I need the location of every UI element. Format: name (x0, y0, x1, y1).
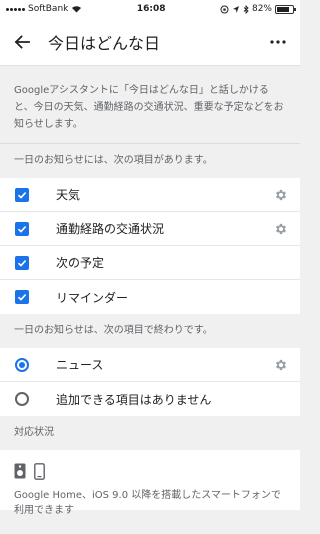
check-icon (17, 259, 27, 267)
reminders-checkbox[interactable] (15, 290, 29, 304)
status-bar: SoftBank 16:08 82% (0, 0, 300, 18)
speaker-icon (14, 463, 26, 479)
compat-text: Google Home、iOS 9.0 以降を搭載したスマートフォンで利用できま… (14, 490, 281, 516)
page-title: 今日はどんな日 (48, 33, 161, 53)
smartphone-icon (34, 462, 45, 480)
item-weather[interactable]: 天気 (0, 178, 300, 212)
option-label: 追加できる項目はありません (56, 392, 212, 407)
item-label: 天気 (56, 188, 81, 202)
end-options-list: ニュース 追加できる項目はありません (0, 348, 300, 416)
location-icon (232, 5, 239, 13)
next-event-checkbox[interactable] (15, 255, 29, 270)
compat-section-header: 対応状況 (0, 416, 300, 450)
battery-icon (274, 4, 296, 14)
option-label: ニュース (56, 358, 104, 372)
bluetooth-icon (243, 4, 249, 14)
carrier-name: SoftBank (28, 4, 69, 14)
check-icon (17, 225, 27, 233)
check-icon (17, 191, 27, 199)
item-label: リマインダー (56, 290, 129, 305)
arrow-back-icon (14, 34, 30, 49)
wifi-icon (72, 6, 82, 13)
none-radio[interactable] (15, 392, 29, 406)
option-none[interactable]: 追加できる項目はありません (0, 382, 300, 416)
end-section-header: 一日のお知らせは、次の項目で終わりです。 (0, 314, 300, 348)
more-horiz-icon (270, 39, 286, 44)
device-icons (14, 460, 286, 482)
items-section-header: 一日のお知らせには、次の項目があります。 (0, 144, 300, 178)
battery-percent: 82% (251, 4, 272, 14)
status-time: 16:08 (136, 4, 166, 14)
compat-panel: Google Home、iOS 9.0 以降を搭載したスマートフォンで利用できま… (0, 450, 300, 516)
item-commute[interactable]: 通勤経路の交通状況 (0, 212, 300, 246)
item-label: 次の予定 (56, 256, 105, 270)
item-label: 通勤経路の交通状況 (56, 222, 165, 236)
news-radio[interactable] (15, 357, 29, 372)
gear-icon[interactable] (274, 188, 288, 202)
routine-items-list: 天気 通勤経路の交通状況 次の予定 リマインダー (0, 178, 300, 314)
more-options-button[interactable] (256, 18, 300, 66)
weather-checkbox[interactable] (15, 187, 29, 202)
check-icon (17, 294, 27, 301)
commute-checkbox[interactable] (15, 221, 29, 236)
signal-strength-icon (6, 7, 25, 11)
item-reminders[interactable]: リマインダー (0, 280, 300, 314)
item-next-event[interactable]: 次の予定 (0, 246, 300, 280)
description-text: Googleアシスタントに「今日はどんな日」と話しかけると、今日の天気、通勤経路… (0, 66, 300, 143)
option-news[interactable]: ニュース (0, 348, 300, 382)
orientation-lock-icon (220, 5, 229, 13)
gear-icon[interactable] (274, 222, 288, 236)
back-button[interactable] (0, 18, 44, 66)
app-bar: 今日はどんな日 (0, 18, 300, 66)
gear-icon[interactable] (274, 358, 288, 372)
